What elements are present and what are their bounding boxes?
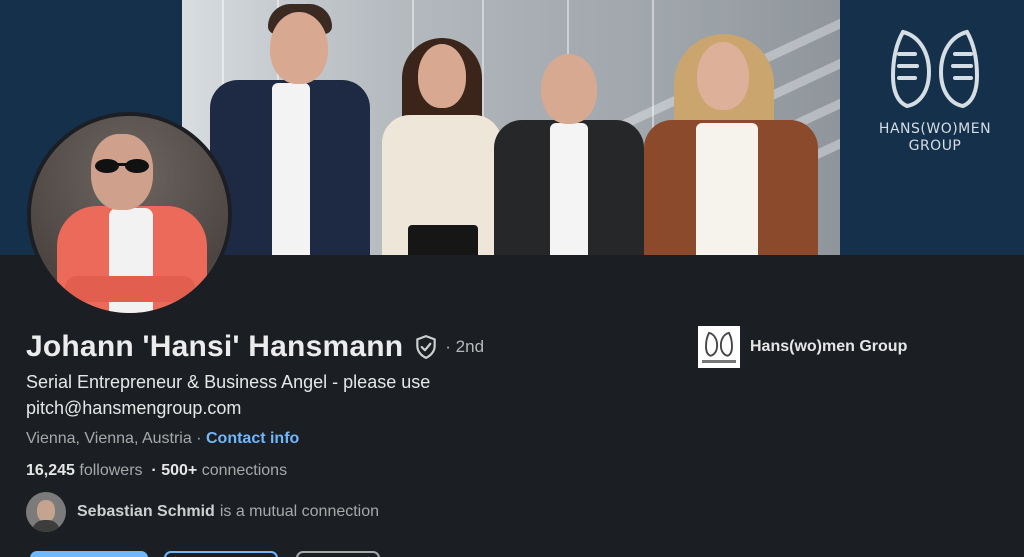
contact-info-link[interactable]: Contact info [206,430,299,447]
company-logo-icon [698,326,740,368]
brand-logo: HANS(WO)MEN GROUP [873,26,997,155]
verified-shield-icon[interactable] [413,334,439,360]
message-button[interactable] [164,551,278,557]
more-button[interactable] [296,551,380,557]
company-name: Hans(wo)men Group [750,338,908,355]
mutual-connection-suffix: is a mutual connection [219,503,380,520]
name-row: Johann 'Hansi' Hansmann · 2nd [26,330,484,364]
mutual-connection-avatar [26,492,66,532]
banner-photo [182,0,840,255]
connection-degree: · 2nd [445,337,485,356]
location-text: Vienna, Vienna, Austria · [26,430,202,447]
current-company[interactable]: Hans(wo)men Group [698,326,907,368]
location-row: Vienna, Vienna, Austria · Contact info [26,430,299,448]
followers-link[interactable]: 16,245 followers [26,462,143,479]
profile-name: Johann 'Hansi' Hansmann [26,330,404,363]
mutual-connection-row[interactable]: Sebastian Schmid is a mutual connection [26,492,379,532]
wings-logo-icon [890,29,980,109]
connections-link[interactable]: · 500+ connections [151,462,287,479]
connect-button[interactable] [30,551,148,557]
profile-avatar[interactable] [27,112,232,317]
brand-text: HANS(WO)MEN GROUP [878,121,992,154]
stats-row: 16,245 followers · 500+ connections [26,462,287,480]
profile-headline: Serial Entrepreneur & Business Angel - p… [26,372,431,418]
mutual-connection-name: Sebastian Schmid [77,503,215,520]
